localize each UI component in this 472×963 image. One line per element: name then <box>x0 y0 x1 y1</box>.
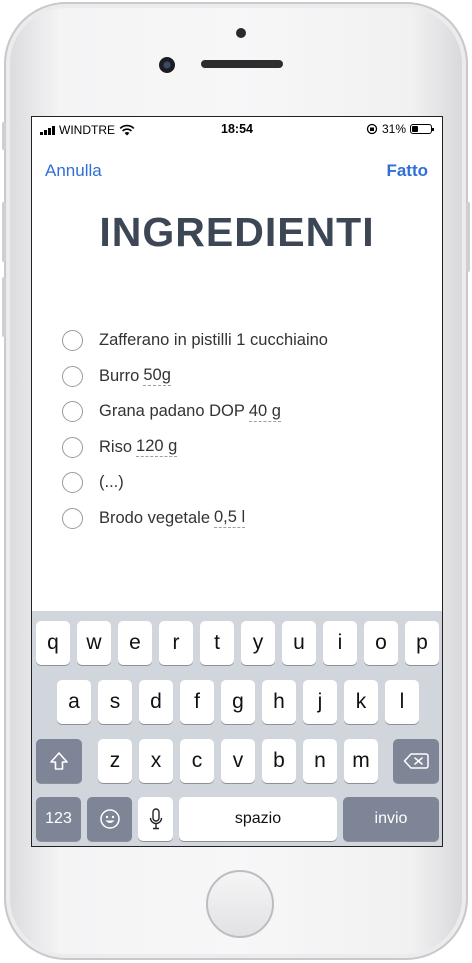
list-item[interactable]: (...) <box>62 465 422 501</box>
key-l[interactable]: l <box>385 680 419 724</box>
ingredient-quantity[interactable]: 120 g <box>136 437 178 458</box>
home-button[interactable] <box>206 870 274 938</box>
key-q[interactable]: q <box>36 621 70 665</box>
ingredient-checklist: Zafferano in pistilli 1 cucchiaino Burro… <box>62 323 422 536</box>
navigation-bar: Annulla Fatto <box>32 161 442 187</box>
key-a[interactable]: a <box>57 680 91 724</box>
page-title: INGREDIENTI <box>99 209 375 255</box>
list-item[interactable]: Grana padano DOP 40 g <box>62 394 422 430</box>
key-k[interactable]: k <box>344 680 378 724</box>
key-o[interactable]: o <box>364 621 398 665</box>
key-g[interactable]: g <box>221 680 255 724</box>
ingredient-name[interactable]: Riso <box>99 438 132 457</box>
sensor-dot <box>236 28 246 38</box>
battery-icon <box>410 124 434 134</box>
keyboard: q w e r t y u i o p a s d f g h j k l z … <box>32 611 442 846</box>
checkbox-circle[interactable] <box>62 472 83 494</box>
volume-up-button <box>2 202 6 262</box>
ingredient-quantity[interactable]: 50g <box>143 366 171 387</box>
emoji-key[interactable] <box>87 797 132 841</box>
shift-key[interactable] <box>36 739 82 783</box>
list-item[interactable]: Zafferano in pistilli 1 cucchiaino <box>62 323 422 359</box>
key-n[interactable]: n <box>303 739 337 783</box>
front-camera <box>159 57 175 73</box>
dictation-key[interactable] <box>138 797 173 841</box>
key-f[interactable]: f <box>180 680 214 724</box>
key-h[interactable]: h <box>262 680 296 724</box>
key-z[interactable]: z <box>98 739 132 783</box>
volume-down-button <box>2 277 6 337</box>
mute-switch <box>2 122 6 150</box>
space-bar[interactable]: spazio <box>179 797 337 841</box>
cancel-button[interactable]: Annulla <box>45 161 102 181</box>
key-e[interactable]: e <box>118 621 152 665</box>
list-item[interactable]: Brodo vegetale 0,5 l <box>62 501 422 537</box>
key-m[interactable]: m <box>344 739 378 783</box>
key-s[interactable]: s <box>98 680 132 724</box>
ingredient-name[interactable]: (...) <box>99 473 124 492</box>
checkbox-circle[interactable] <box>62 436 83 458</box>
shift-icon <box>50 752 68 770</box>
key-w[interactable]: w <box>77 621 111 665</box>
key-p[interactable]: p <box>405 621 439 665</box>
key-t[interactable]: t <box>200 621 234 665</box>
ingredient-name[interactable]: Zafferano in pistilli 1 cucchiaino <box>99 331 328 350</box>
battery-percent: 31% <box>381 122 406 136</box>
key-i[interactable]: i <box>323 621 357 665</box>
checkbox-circle[interactable] <box>62 365 83 387</box>
ingredient-quantity[interactable]: 40 g <box>248 402 281 422</box>
status-bar: WINDTRE 18:54 31% <box>32 117 442 141</box>
done-button[interactable]: Fatto <box>386 161 428 181</box>
emoji-icon <box>99 809 120 829</box>
numbers-key[interactable]: 123 <box>36 797 81 841</box>
ingredient-name[interactable]: Brodo vegetale <box>99 509 210 528</box>
key-d[interactable]: d <box>139 680 173 724</box>
screen: WINDTRE 18:54 31% Annulla Fatto INGREDIE… <box>31 116 443 847</box>
key-j[interactable]: j <box>303 680 337 724</box>
list-item[interactable]: Burro 50g <box>62 359 422 395</box>
key-y[interactable]: y <box>241 621 275 665</box>
key-r[interactable]: r <box>159 621 193 665</box>
key-v[interactable]: v <box>221 739 255 783</box>
earpiece-speaker <box>201 60 283 68</box>
key-b[interactable]: b <box>262 739 296 783</box>
checkbox-circle[interactable] <box>62 330 83 352</box>
list-item[interactable]: Riso 120 g <box>62 430 422 466</box>
ingredient-name[interactable]: Burro <box>99 367 139 386</box>
orientation-lock-icon <box>366 123 378 135</box>
delete-key[interactable] <box>393 739 439 783</box>
backspace-icon <box>403 753 429 769</box>
checkbox-circle[interactable] <box>62 401 83 423</box>
checkbox-circle[interactable] <box>62 507 83 529</box>
ingredient-name[interactable]: Grana padano DOP <box>99 402 245 421</box>
key-c[interactable]: c <box>180 739 214 783</box>
microphone-icon <box>149 808 162 830</box>
ingredient-quantity[interactable]: 0,5 l <box>214 508 246 529</box>
key-x[interactable]: x <box>139 739 173 783</box>
key-u[interactable]: u <box>282 621 316 665</box>
return-key[interactable]: invio <box>343 797 439 841</box>
power-button <box>466 202 470 272</box>
